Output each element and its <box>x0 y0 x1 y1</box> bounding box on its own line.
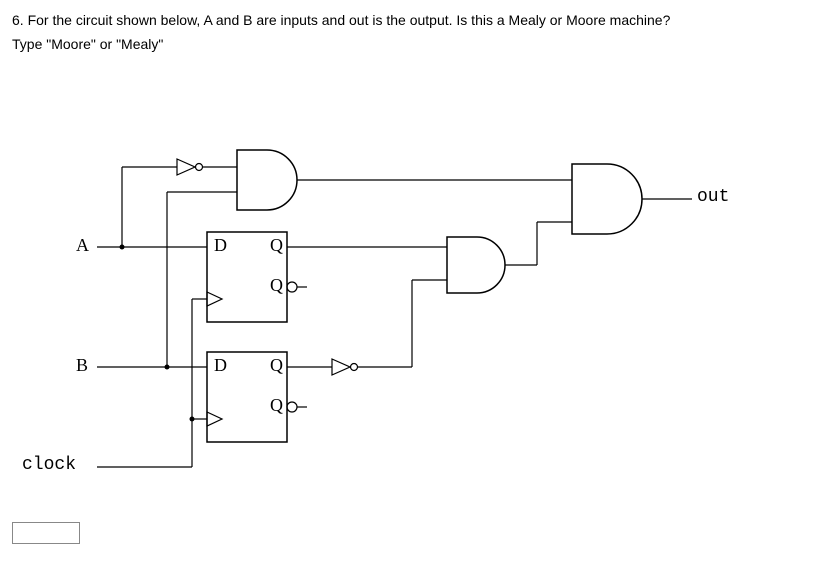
qbar-bubble-ff2 <box>287 402 297 412</box>
and-gate-mid <box>447 237 505 293</box>
label-input-b: B <box>76 355 88 376</box>
node-clock-branch <box>190 417 195 422</box>
answer-input-wrap <box>12 522 816 544</box>
question-number: 6. <box>12 12 24 28</box>
clock-triangle-ff1 <box>207 292 222 306</box>
question-body: For the circuit shown below, A and B are… <box>28 12 671 28</box>
label-input-a: A <box>76 235 89 256</box>
label-ff2-q: Q <box>270 355 283 376</box>
label-ff1-qbar: Q <box>270 275 283 296</box>
label-clock: clock <box>22 455 76 475</box>
label-ff1-d: D <box>214 235 227 256</box>
circuit-diagram: A B clock out D Q Q D Q Q <box>12 72 812 512</box>
label-ff2-qbar: Q <box>270 395 283 416</box>
qbar-bubble-ff1 <box>287 282 297 292</box>
label-ff2-d: D <box>214 355 227 376</box>
label-ff1-q: Q <box>270 235 283 256</box>
label-out: out <box>697 187 729 207</box>
answer-input[interactable] <box>12 522 80 544</box>
not-gate-top <box>177 159 195 175</box>
and-gate-top <box>237 150 297 210</box>
instruction-text: Type "Moore" or "Mealy" <box>12 36 816 52</box>
and-gate-out <box>572 164 642 234</box>
circuit-svg <box>12 72 812 492</box>
not-gate-q2 <box>332 359 350 375</box>
question-text: 6. For the circuit shown below, A and B … <box>12 12 816 28</box>
clock-triangle-ff2 <box>207 412 222 426</box>
